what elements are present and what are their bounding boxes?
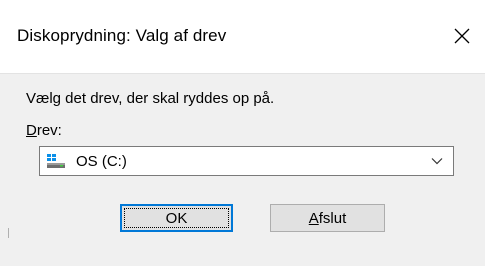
ok-button[interactable]: OK	[120, 204, 233, 232]
exit-button-label: Afslut	[309, 210, 347, 227]
title-bar: Diskoprydning: Valg af drev	[0, 0, 485, 73]
drive-label-accelerator: D	[26, 122, 37, 139]
windows-drive-icon	[46, 153, 66, 169]
exit-text: fslut	[318, 209, 347, 227]
exit-button[interactable]: Afslut	[270, 204, 385, 232]
close-icon	[454, 28, 470, 44]
window-edge-mark	[8, 228, 9, 238]
drive-select[interactable]: OS (C:)	[39, 146, 454, 176]
drive-label-text: rev:	[36, 122, 62, 139]
dialog-body: Vælg det drev, der skal ryddes op på. Dr…	[0, 73, 485, 266]
prompt-text: Vælg det drev, der skal ryddes op på.	[26, 90, 275, 107]
close-button[interactable]	[446, 20, 478, 52]
chevron-down-icon	[431, 158, 443, 165]
drive-label: Drev:	[26, 122, 62, 139]
focus-rectangle	[124, 208, 229, 228]
drive-select-value: OS (C:)	[76, 152, 127, 170]
exit-accelerator: A	[308, 209, 319, 227]
window-title: Diskoprydning: Valg af drev	[17, 26, 227, 45]
